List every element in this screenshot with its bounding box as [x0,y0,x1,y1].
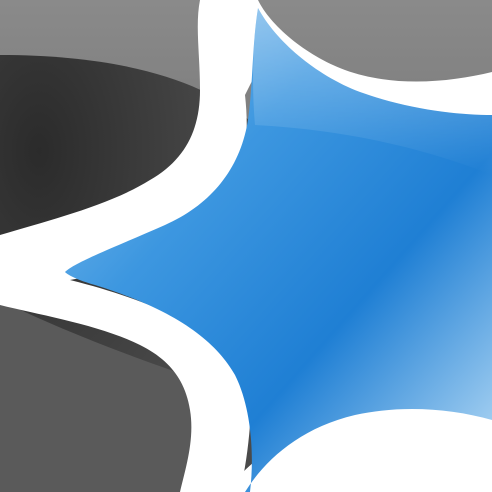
star-logo-icon [0,0,492,492]
app-icon [0,0,492,492]
